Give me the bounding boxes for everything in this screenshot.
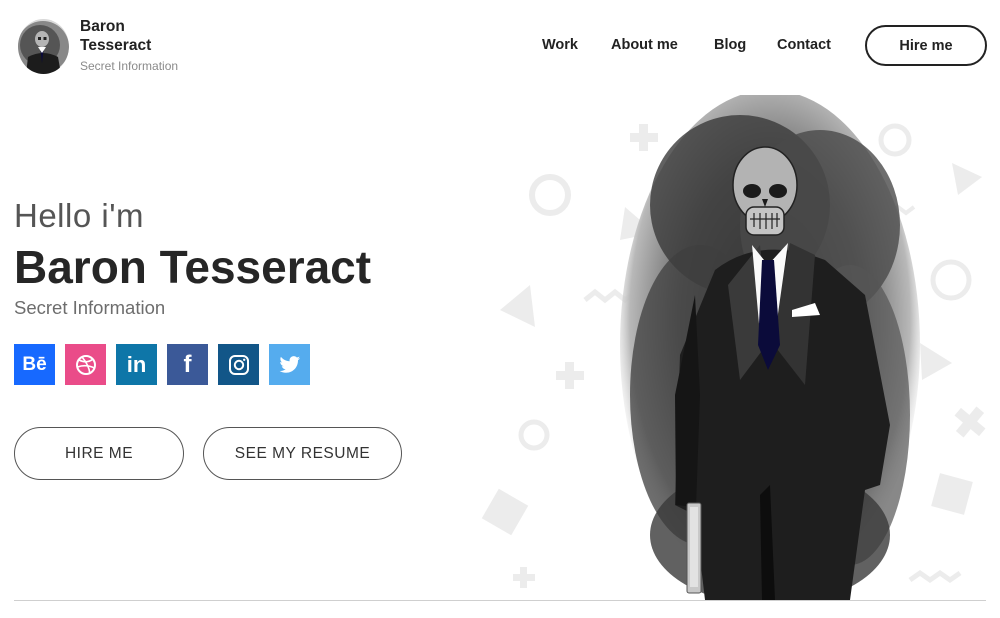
- site-header: Baron Tesseract Secret Information Work …: [0, 0, 1000, 92]
- nav-item-work[interactable]: Work: [542, 37, 578, 53]
- brand-name[interactable]: Baron Tesseract: [80, 17, 160, 55]
- behance-icon[interactable]: Bē: [14, 344, 55, 385]
- dribbble-glyph: [75, 354, 96, 375]
- hero-name: Baron Tesseract: [14, 241, 372, 293]
- nav-item-about-me[interactable]: About me: [611, 37, 678, 53]
- linkedin-icon-label: in: [126, 351, 147, 377]
- brand-subtitle: Secret Information: [80, 59, 179, 73]
- section-divider: [14, 600, 986, 601]
- hero-subtitle: Secret Information: [14, 297, 166, 318]
- facebook-icon[interactable]: f: [167, 344, 208, 385]
- facebook-icon-label: f: [183, 350, 192, 378]
- behance-icon-label: Bē: [22, 353, 47, 375]
- avatar[interactable]: [18, 19, 69, 74]
- hero-illustration: [470, 90, 1000, 605]
- instagram-glyph: [228, 354, 249, 375]
- see-resume-button[interactable]: SEE MY RESUME: [203, 427, 402, 480]
- instagram-icon[interactable]: [218, 344, 259, 385]
- twitter-glyph: [278, 355, 300, 373]
- dribbble-icon[interactable]: [65, 344, 106, 385]
- twitter-icon[interactable]: [269, 344, 310, 385]
- skull-agent-illustration: [481, 90, 986, 605]
- hero-greeting: Hello i'm: [14, 197, 144, 234]
- hire-me-button[interactable]: HIRE ME: [14, 427, 184, 480]
- linkedin-icon[interactable]: in: [116, 344, 157, 385]
- hire-me-nav-button[interactable]: Hire me: [865, 25, 987, 66]
- avatar-image: [18, 19, 69, 74]
- nav-item-blog[interactable]: Blog: [714, 37, 746, 53]
- nav-item-contact[interactable]: Contact: [777, 37, 831, 53]
- social-links: Bē in f: [14, 344, 310, 385]
